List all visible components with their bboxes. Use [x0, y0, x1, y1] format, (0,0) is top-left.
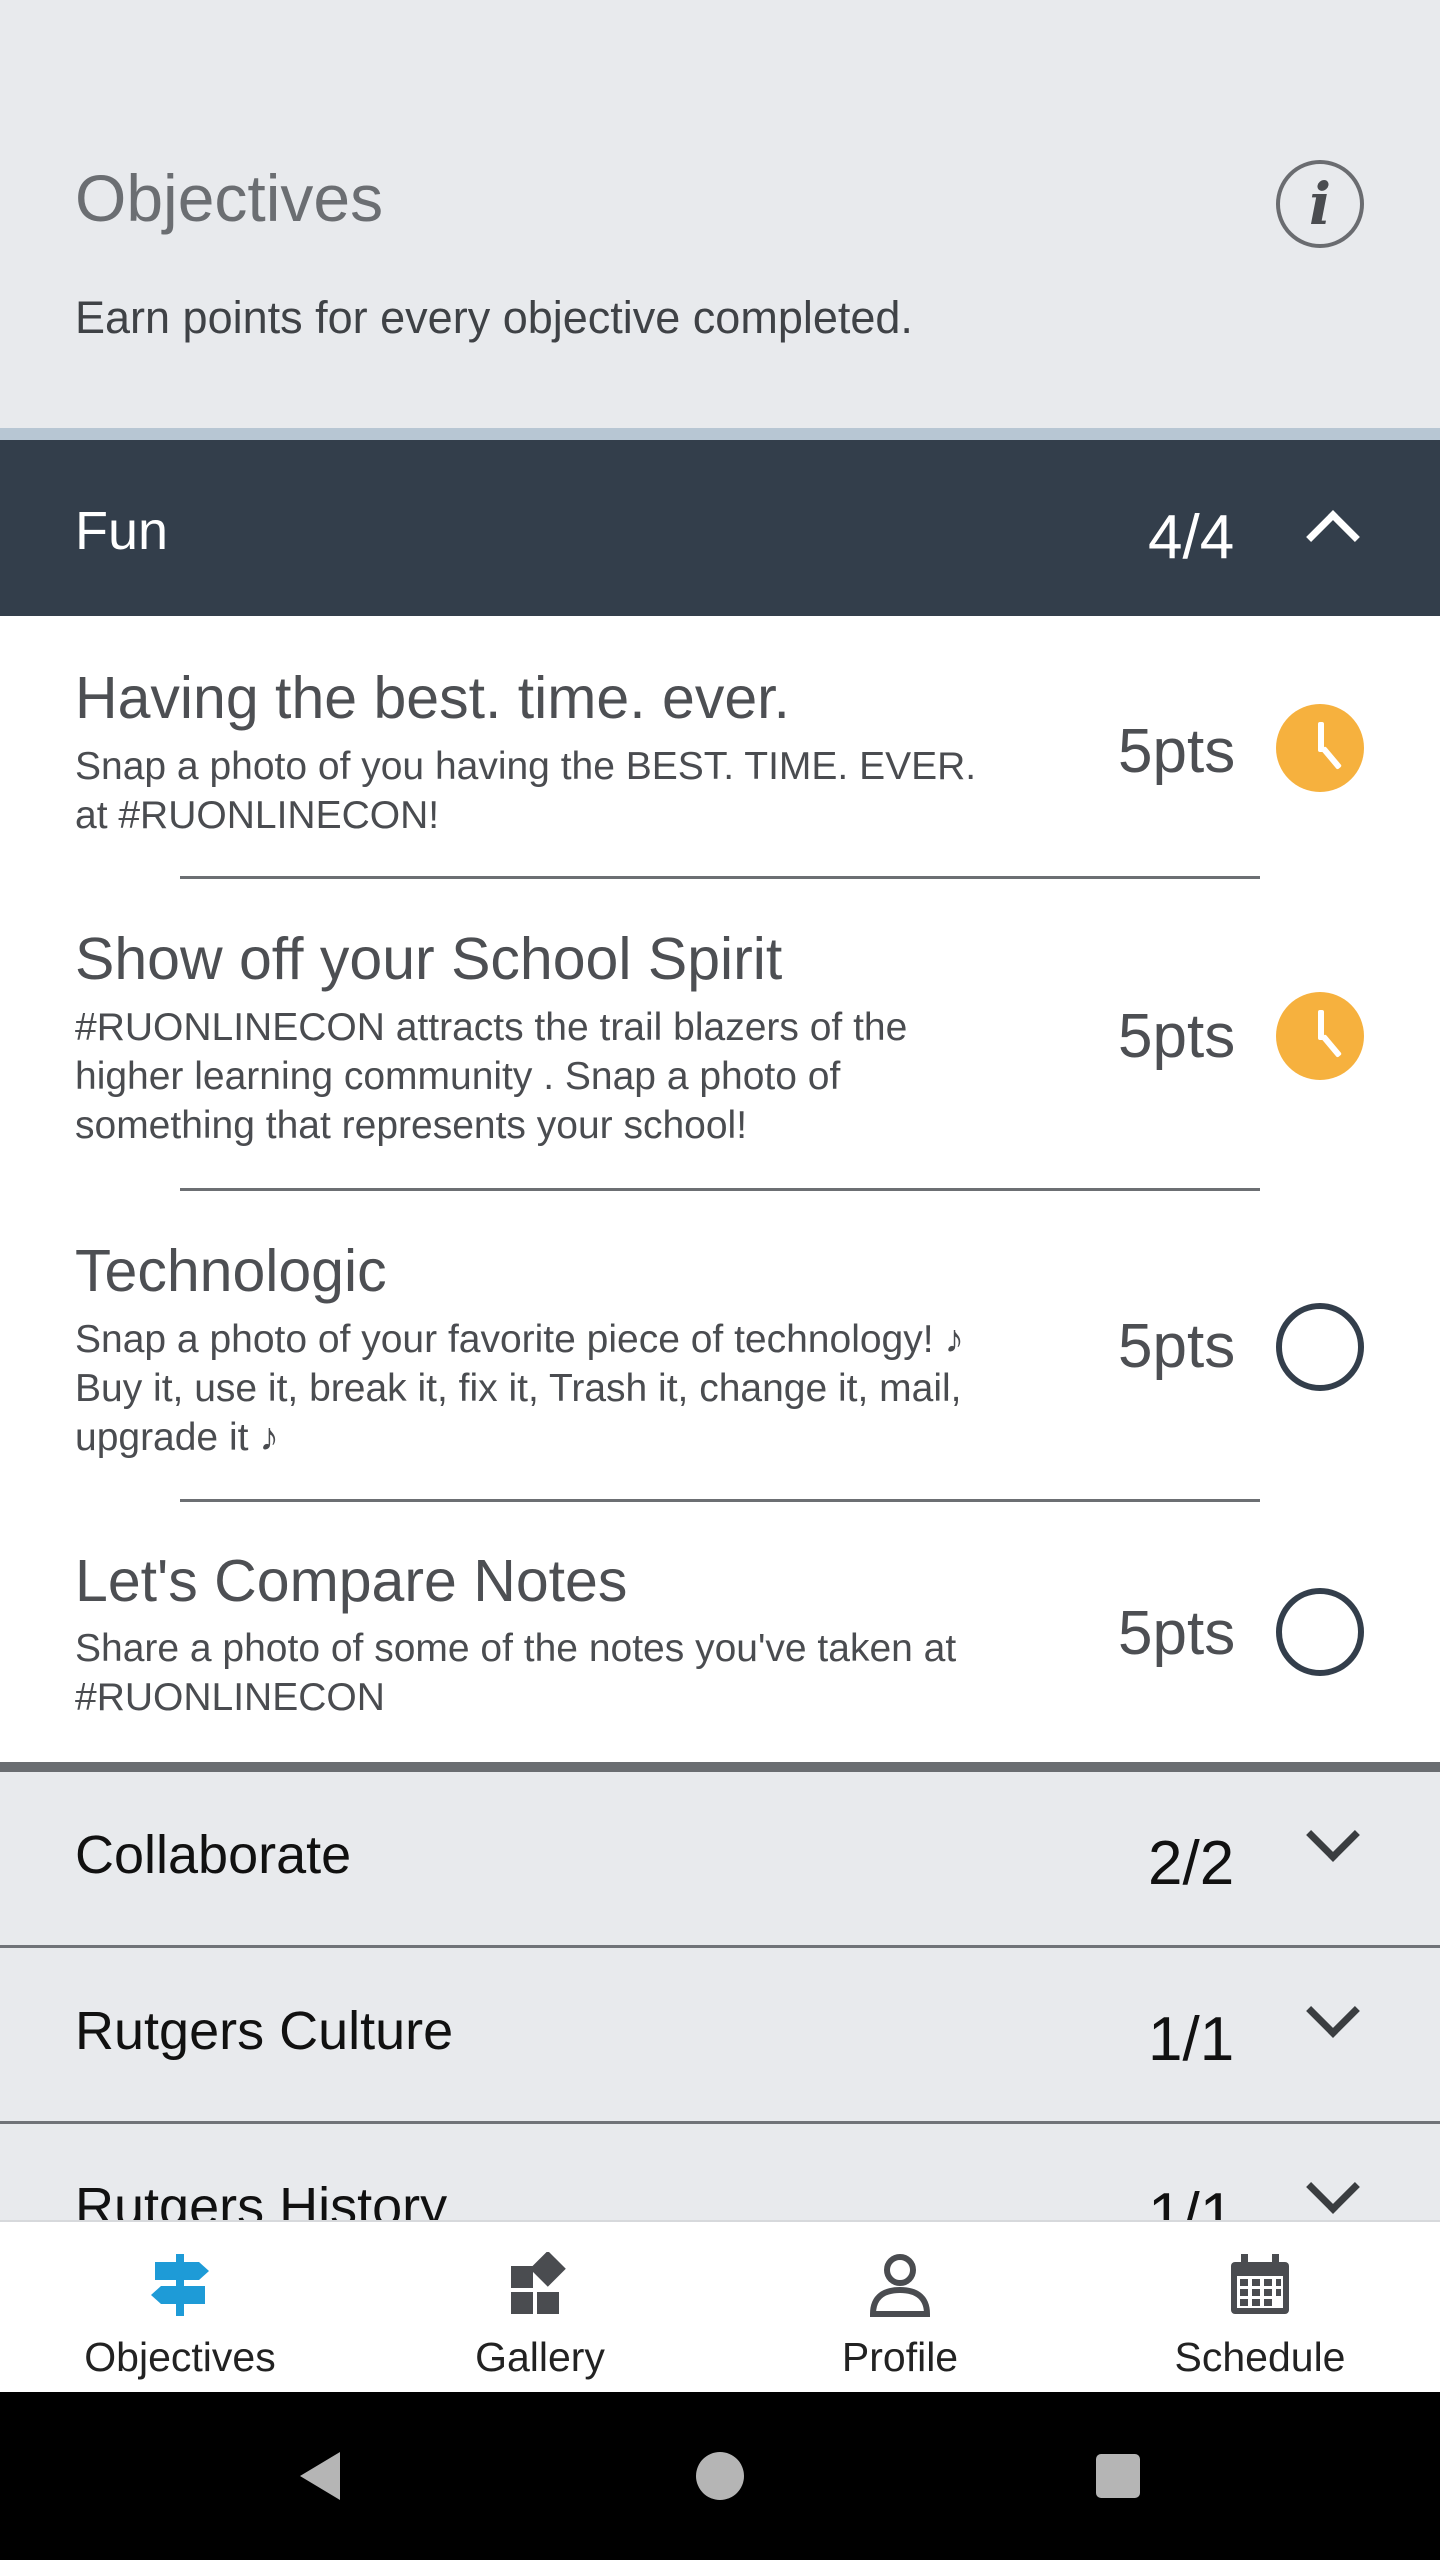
objective-item[interactable]: Technologic Snap a photo of your favorit…	[0, 1191, 1440, 1501]
objective-item[interactable]: Show off your School Spirit #RUONLINECON…	[0, 879, 1440, 1189]
chevron-down-icon[interactable]	[1306, 1808, 1360, 1862]
objective-item[interactable]: Let's Compare Notes Share a photo of som…	[0, 1502, 1440, 1762]
back-icon[interactable]	[300, 2452, 340, 2500]
section-header-collaborate[interactable]: Collaborate 2/2	[0, 1772, 1440, 1948]
page-subtitle: Earn points for every objective complete…	[75, 292, 913, 343]
incomplete-circle-icon[interactable]	[1276, 1303, 1364, 1391]
incomplete-circle-icon[interactable]	[1276, 1588, 1364, 1676]
objectives-screen: Objectives i Earn points for every objec…	[0, 0, 1440, 2560]
section-header-fun[interactable]: Fun 4/4	[0, 440, 1440, 616]
nav-gallery[interactable]: Gallery	[360, 2222, 720, 2394]
nav-label: Gallery	[475, 2334, 605, 2380]
page-title: Objectives	[75, 161, 384, 235]
objective-item[interactable]: Having the best. time. ever. Snap a phot…	[0, 616, 1440, 876]
list-bottom-rule	[0, 1762, 1440, 1772]
section-count: 2/2	[1148, 1829, 1235, 1898]
system-navigation-bar	[0, 2392, 1440, 2560]
section-name: Collaborate	[75, 1825, 352, 1885]
page-header: Objectives i Earn points for every objec…	[0, 0, 1440, 428]
chevron-down-icon[interactable]	[1306, 1984, 1360, 2038]
nav-label: Profile	[841, 2334, 959, 2380]
pending-clock-icon[interactable]	[1276, 992, 1364, 1080]
objective-title: Show off your School Spirit	[75, 926, 783, 992]
nav-profile[interactable]: Profile	[720, 2222, 1080, 2394]
nav-objectives[interactable]: Objectives	[0, 2222, 360, 2394]
grid-icon	[511, 2252, 566, 2314]
calendar-icon	[1231, 2254, 1289, 2314]
objective-description: Share a photo of some of the notes you'v…	[75, 1627, 957, 1719]
nav-label: Schedule	[1174, 2334, 1346, 2380]
objective-description: #RUONLINECON attracts the trail blazers …	[75, 1006, 908, 1147]
section-header-rutgers-culture[interactable]: Rutgers Culture 1/1	[0, 1948, 1440, 2124]
recent-apps-icon[interactable]	[1096, 2454, 1140, 2498]
chevron-down-icon[interactable]	[1306, 2160, 1360, 2214]
objective-points: 5pts	[1118, 1599, 1236, 1668]
info-icon[interactable]: i	[1276, 160, 1364, 248]
header-divider	[0, 428, 1440, 440]
bottom-navigation: Objectives Gallery Profile Schedule	[0, 2220, 1440, 2392]
objective-points: 5pts	[1118, 717, 1236, 786]
objective-title: Let's Compare Notes	[75, 1548, 628, 1614]
section-count: 4/4	[1148, 503, 1235, 572]
nav-label: Objectives	[84, 2334, 276, 2380]
objective-title: Technologic	[75, 1238, 387, 1304]
section-count: 1/1	[1148, 2005, 1235, 2074]
objective-description: Snap a photo of your favorite piece of t…	[75, 1318, 964, 1459]
section-name: Fun	[75, 501, 169, 561]
home-icon[interactable]	[696, 2452, 744, 2500]
objective-description: Snap a photo of you having the BEST. TIM…	[75, 745, 977, 837]
section-name: Rutgers Culture	[75, 2001, 454, 2061]
objectives-list: Having the best. time. ever. Snap a phot…	[0, 616, 1440, 1762]
objective-points: 5pts	[1118, 1312, 1236, 1381]
nav-schedule[interactable]: Schedule	[1080, 2222, 1440, 2394]
pending-clock-icon[interactable]	[1276, 704, 1364, 792]
objective-title: Having the best. time. ever.	[75, 665, 790, 731]
objective-points: 5pts	[1118, 1002, 1236, 1071]
person-icon	[869, 2254, 931, 2317]
signpost-icon	[151, 2254, 209, 2316]
